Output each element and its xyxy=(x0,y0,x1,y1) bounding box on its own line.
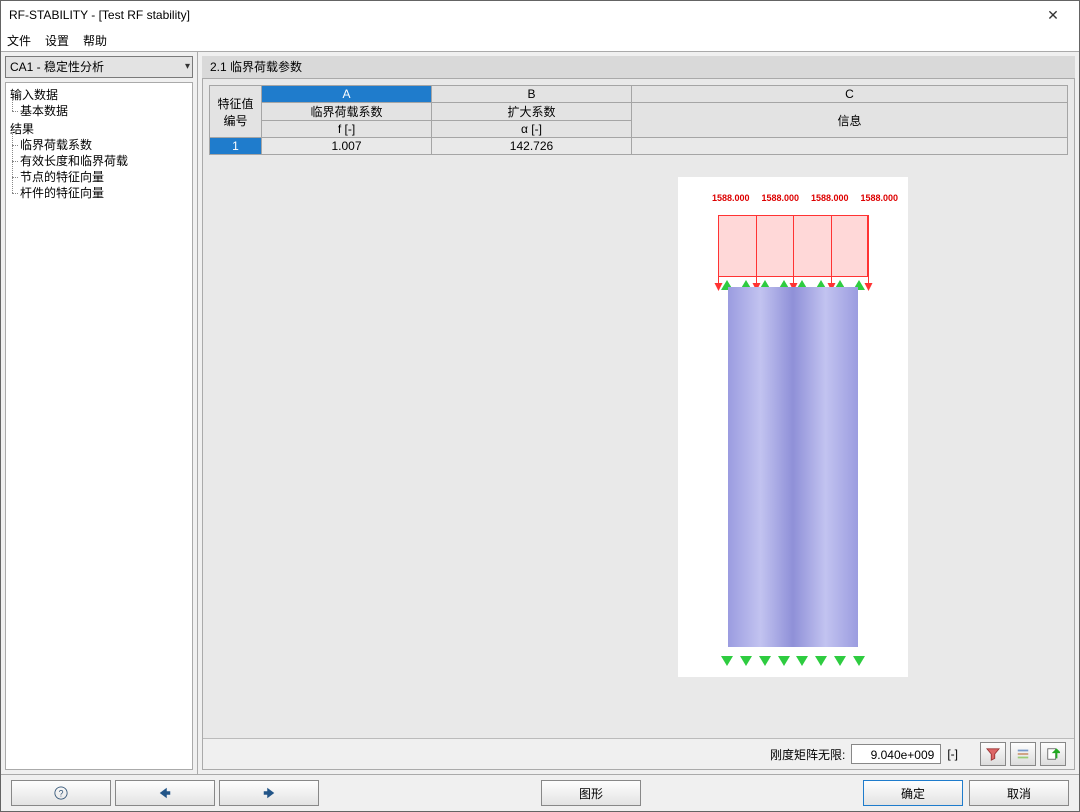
prev-button[interactable] xyxy=(115,780,215,806)
load-value-1: 1588.000 xyxy=(712,193,750,203)
left-pane: CA1 - 稳定性分析 ▾ 输入数据 基本数据 结果 临界荷载系数 有效长度和临… xyxy=(1,52,198,774)
section-title: 2.1 临界荷载参数 xyxy=(202,56,1075,79)
load-value-4: 1588.000 xyxy=(860,193,898,203)
diagram-canvas[interactable]: 1588.000 1588.000 1588.000 1588.000 xyxy=(678,177,908,677)
stiffness-unit: [-] xyxy=(947,747,958,761)
window-title: RF-STABILITY - [Test RF stability] xyxy=(7,8,190,22)
table-col-b-sub1: 扩大系数 xyxy=(432,103,632,121)
analysis-case-value: CA1 - 稳定性分析 xyxy=(10,57,104,77)
export-button[interactable] xyxy=(1040,742,1066,766)
table-col-b[interactable]: B xyxy=(432,86,632,103)
menu-bar: 文件 设置 帮助 xyxy=(1,29,1079,51)
cell-alpha[interactable]: 142.726 xyxy=(432,138,632,155)
filter-icon xyxy=(986,747,1000,761)
table-rowhead: 特征值 编号 xyxy=(210,86,262,138)
filter-button[interactable] xyxy=(980,742,1006,766)
support-bottom-icon xyxy=(718,653,868,669)
table-col-a-sub1: 临界荷载系数 xyxy=(262,103,432,121)
tree-critical-load-factor[interactable]: 临界荷载系数 xyxy=(10,137,188,153)
menu-settings[interactable]: 设置 xyxy=(45,32,69,49)
cell-f[interactable]: 1.007 xyxy=(262,138,432,155)
export-icon xyxy=(1046,747,1060,761)
title-bar: RF-STABILITY - [Test RF stability] ✕ xyxy=(1,1,1079,29)
load-value-2: 1588.000 xyxy=(761,193,799,203)
cell-index: 1 xyxy=(210,138,262,155)
tree-member-eigenvector[interactable]: 杆件的特征向量 xyxy=(10,185,188,201)
cancel-button[interactable]: 取消 xyxy=(969,780,1069,806)
stiffness-label: 刚度矩阵无限: xyxy=(770,746,845,763)
arrow-left-icon xyxy=(158,786,172,800)
footer-bar: ? 图形 确定 取消 xyxy=(1,774,1079,811)
tree-node-eigenvector[interactable]: 节点的特征向量 xyxy=(10,169,188,185)
tree-results[interactable]: 结果 xyxy=(10,121,188,137)
load-arrows-icon xyxy=(718,207,868,277)
menu-file[interactable]: 文件 xyxy=(7,32,31,49)
tree-effective-length[interactable]: 有效长度和临界荷载 xyxy=(10,153,188,169)
graphics-button[interactable]: 图形 xyxy=(541,780,641,806)
stiffness-value[interactable]: 9.040e+009 xyxy=(851,744,941,764)
load-labels: 1588.000 1588.000 1588.000 1588.000 xyxy=(712,193,898,203)
table-col-c[interactable]: C xyxy=(632,86,1068,103)
cell-info[interactable] xyxy=(632,138,1068,155)
view-settings-button[interactable] xyxy=(1010,742,1036,766)
arrow-right-icon xyxy=(262,786,276,800)
chevron-down-icon: ▾ xyxy=(185,57,190,77)
table-col-b-sub2: α [-] xyxy=(432,121,632,138)
bars-icon xyxy=(1016,747,1030,761)
tree-input-data[interactable]: 输入数据 xyxy=(10,87,188,103)
table-col-c-sub: 信息 xyxy=(632,103,1068,138)
menu-help[interactable]: 帮助 xyxy=(83,32,107,49)
analysis-case-combo[interactable]: CA1 - 稳定性分析 ▾ xyxy=(5,56,193,78)
tree-basic-data[interactable]: 基本数据 xyxy=(10,103,188,119)
status-bar: 刚度矩阵无限: 9.040e+009 [-] xyxy=(203,738,1074,769)
close-icon[interactable]: ✕ xyxy=(1033,5,1073,25)
table-col-a-sub2: f [-] xyxy=(262,121,432,138)
column-shape xyxy=(728,287,858,647)
table-row[interactable]: 1 1.007 142.726 xyxy=(210,138,1068,155)
graphics-area: 1588.000 1588.000 1588.000 1588.000 xyxy=(209,157,1068,732)
help-button[interactable]: ? xyxy=(11,780,111,806)
right-pane: 2.1 临界荷载参数 特征值 编号 A B C xyxy=(198,52,1079,774)
nav-tree: 输入数据 基本数据 结果 临界荷载系数 有效长度和临界荷载 节点的特征向量 杆件… xyxy=(5,82,193,770)
table-col-a[interactable]: A xyxy=(262,86,432,103)
next-button[interactable] xyxy=(219,780,319,806)
ok-button[interactable]: 确定 xyxy=(863,780,963,806)
load-value-3: 1588.000 xyxy=(811,193,849,203)
help-icon: ? xyxy=(54,786,68,800)
results-table: 特征值 编号 A B C 临界荷载系数 扩大系数 信息 f [-] α xyxy=(209,85,1068,155)
svg-text:?: ? xyxy=(59,789,64,799)
content-area: 特征值 编号 A B C 临界荷载系数 扩大系数 信息 f [-] α xyxy=(202,79,1075,770)
